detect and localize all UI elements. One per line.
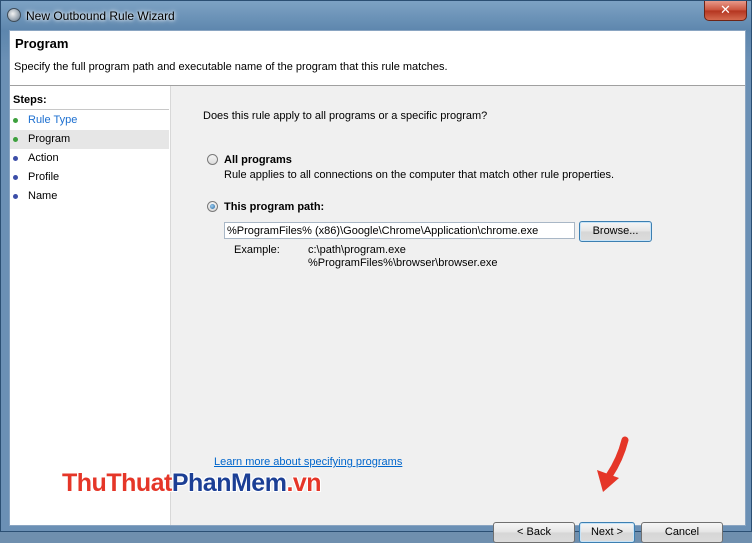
window-title: New Outbound Rule Wizard <box>26 9 175 23</box>
step-label: Name <box>28 190 58 202</box>
close-button[interactable]: ✕ <box>704 1 747 21</box>
pointer-arrow-icon <box>597 436 629 492</box>
watermark-part: .vn <box>286 469 322 497</box>
wizard-content: Does this rule apply to all programs or … <box>172 86 745 543</box>
steps-label: Steps: <box>13 94 47 106</box>
title-bar[interactable]: New Outbound Rule Wizard ✕ <box>1 1 752 31</box>
scope-question: Does this rule apply to all programs or … <box>203 110 488 122</box>
steps-divider <box>10 109 169 110</box>
browse-button[interactable]: Browse... <box>579 221 652 242</box>
example-line: %ProgramFiles%\browser\browser.exe <box>308 257 498 269</box>
all-programs-description: Rule applies to all connections on the c… <box>224 169 615 181</box>
learn-more-link[interactable]: Learn more about specifying programs <box>214 456 402 468</box>
step-bullet-icon <box>13 118 18 123</box>
wizard-client-area: Program Specify the full program path an… <box>9 30 746 543</box>
page-description: Specify the full program path and execut… <box>14 61 448 73</box>
watermark-part: ThuThuat <box>62 469 172 497</box>
step-bullet-icon <box>13 156 18 161</box>
all-programs-radio[interactable] <box>207 154 218 165</box>
wizard-header: Program Specify the full program path an… <box>10 31 745 86</box>
program-path-label[interactable]: This program path: <box>224 201 324 213</box>
step-bullet-icon <box>13 137 18 142</box>
example-line: c:\path\program.exe <box>308 244 406 256</box>
firewall-app-icon <box>7 8 21 22</box>
step-rule-type[interactable]: Rule Type <box>10 111 169 130</box>
step-label: Program <box>28 133 71 145</box>
next-button[interactable]: Next > <box>579 522 635 543</box>
step-bullet-icon <box>13 175 18 180</box>
step-name[interactable]: Name <box>10 187 169 206</box>
step-profile[interactable]: Profile <box>10 168 169 187</box>
step-bullet-icon <box>13 194 18 199</box>
cancel-button[interactable]: Cancel <box>641 522 723 543</box>
watermark-logo: ThuThuatPhanMem.vn <box>62 469 322 498</box>
page-title: Program <box>15 36 69 51</box>
program-path-input[interactable] <box>224 222 575 239</box>
watermark-part: PhanMem <box>171 469 287 497</box>
step-label: Rule Type <box>28 114 78 126</box>
steps-sidebar: Steps: Rule Type Program Action Profile … <box>10 86 171 525</box>
example-label: Example: <box>234 244 280 256</box>
wizard-window: New Outbound Rule Wizard ✕ Program Speci… <box>0 0 752 543</box>
step-label: Profile <box>28 171 60 183</box>
step-program[interactable]: Program <box>10 130 169 149</box>
back-button[interactable]: < Back <box>493 522 575 543</box>
step-action[interactable]: Action <box>10 149 169 168</box>
step-label: Action <box>28 152 59 164</box>
program-path-radio[interactable] <box>207 201 218 212</box>
example-values: c:\path\program.exe %ProgramFiles%\brows… <box>308 244 498 270</box>
all-programs-label[interactable]: All programs <box>224 154 292 166</box>
